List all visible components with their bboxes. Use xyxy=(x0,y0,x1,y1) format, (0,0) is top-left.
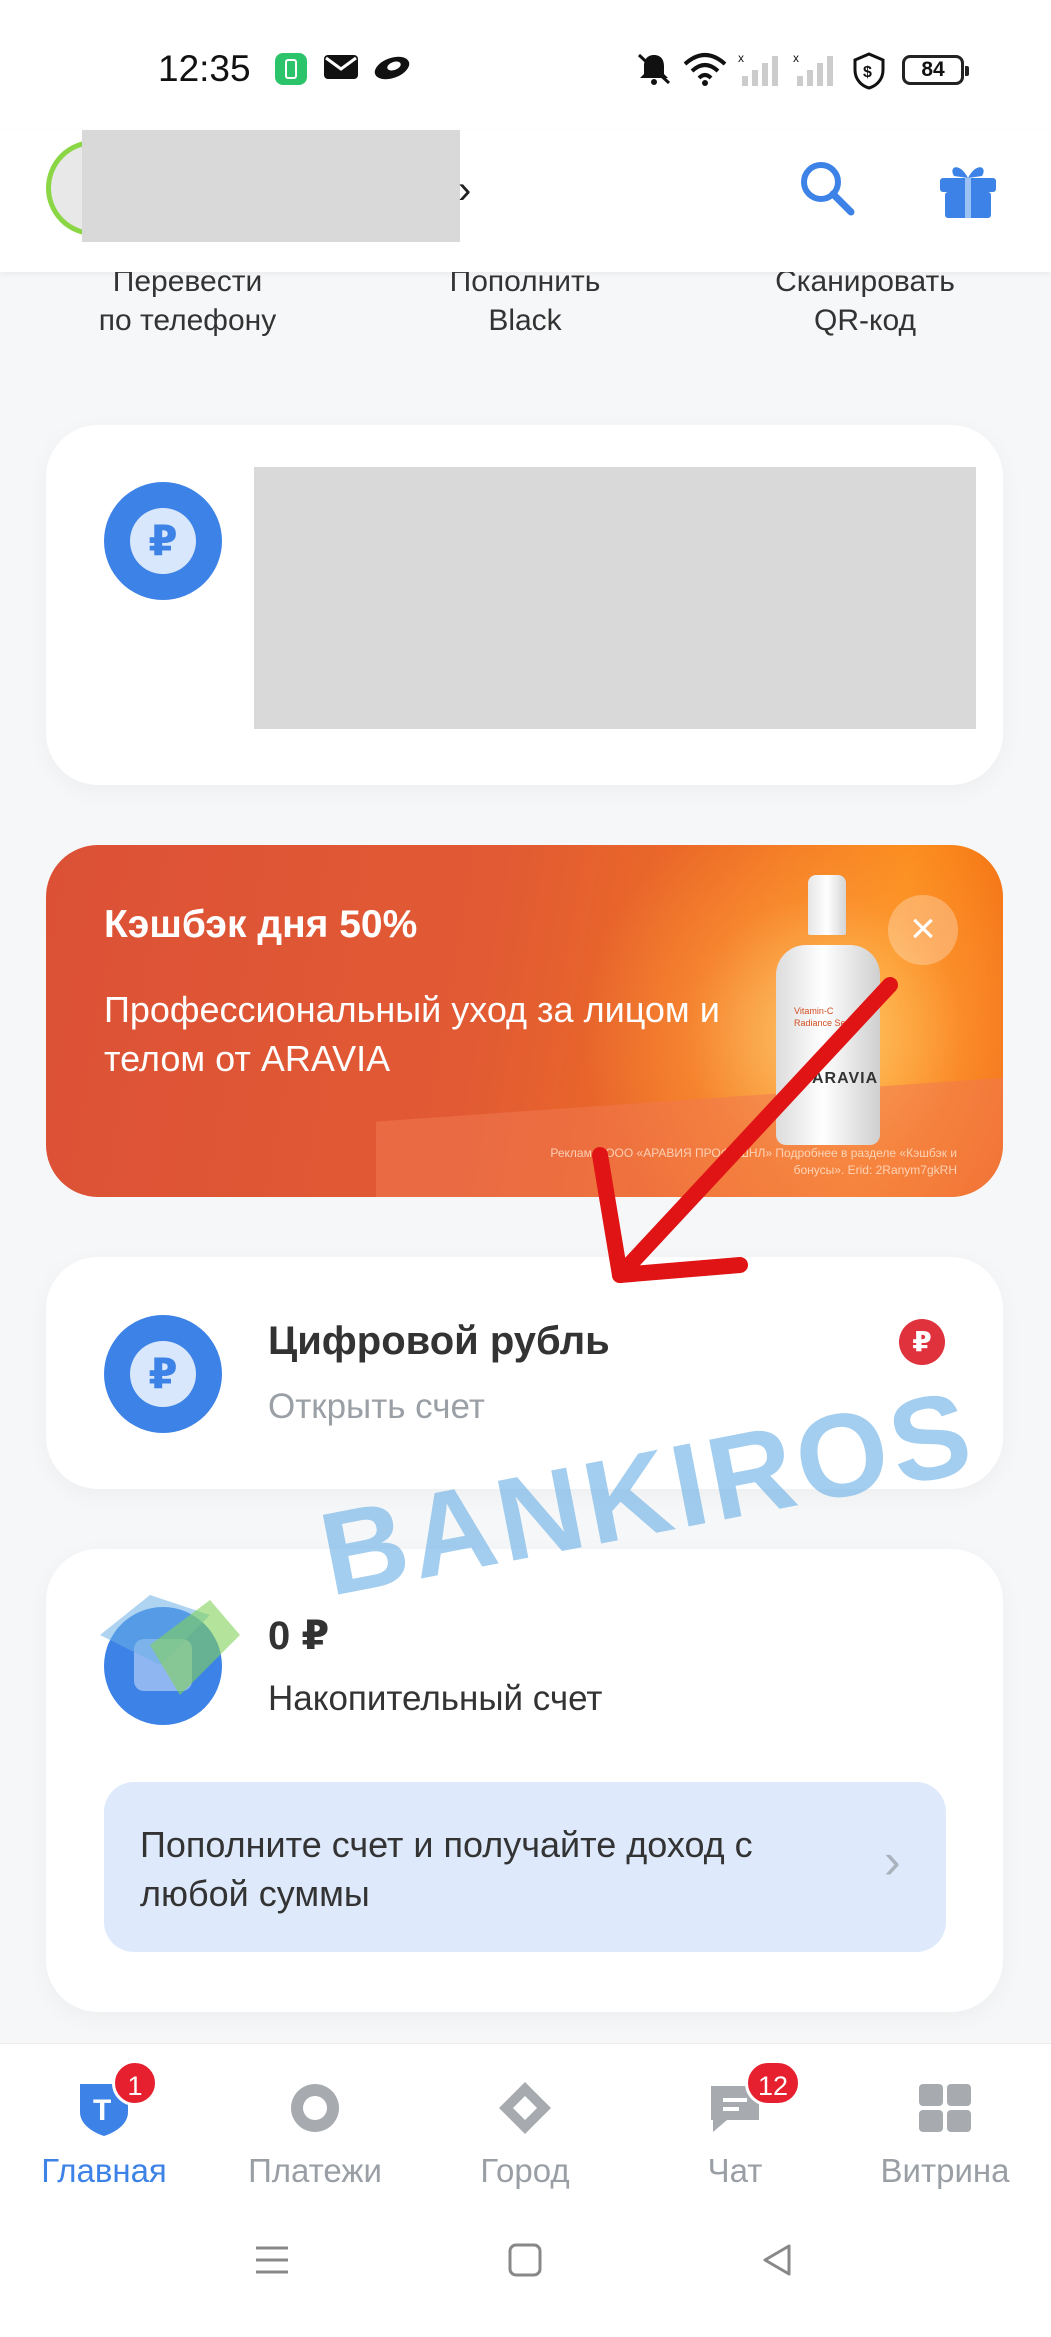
bottom-navigation: T 1 Главная Платежи Город 12 Чат Витрина xyxy=(0,2043,1051,2337)
nav-item-payments[interactable]: Платежи xyxy=(215,2078,415,2190)
gift-icon[interactable] xyxy=(936,156,1000,220)
vpn-shield-icon: $ xyxy=(853,52,885,90)
notification-badge: 12 xyxy=(745,2060,802,2106)
quick-action-top-up-black[interactable]: Пополнить Black xyxy=(400,262,650,340)
mail-icon xyxy=(324,55,358,79)
savings-amount: 0 ₽ xyxy=(268,1614,330,1658)
svg-text:$: $ xyxy=(863,64,872,81)
menu-icon[interactable] xyxy=(252,2240,292,2280)
city-icon xyxy=(495,2078,555,2138)
svg-text:x: x xyxy=(793,52,799,65)
mute-icon xyxy=(637,53,671,85)
annotation-arrow xyxy=(592,977,898,1283)
signal-icon-2: x xyxy=(793,52,833,86)
app-notification-icon xyxy=(374,56,410,80)
ruble-account-icon: ₽ xyxy=(104,482,222,600)
open-account-link[interactable]: Открыть счет xyxy=(268,1387,485,1427)
savings-label: Накопительный счет xyxy=(268,1679,603,1718)
chevron-right-icon[interactable]: › xyxy=(458,168,471,213)
bottle-cap xyxy=(808,875,846,935)
digital-ruble-icon: ₽ xyxy=(104,1315,222,1433)
home-button-icon[interactable] xyxy=(505,2240,545,2280)
status-bar: 12:35 x x $ 84 xyxy=(0,0,1051,130)
app-header: › xyxy=(0,130,1051,272)
chevron-right-icon: › xyxy=(884,1833,901,1889)
digital-ruble-title: Цифровой рубль xyxy=(268,1319,610,1363)
quick-action-label: Пополнить Black xyxy=(449,265,601,337)
wifi-icon xyxy=(683,53,727,86)
ruble-symbol: ₽ xyxy=(130,508,196,574)
nav-item-chat[interactable]: 12 Чат xyxy=(635,2060,835,2190)
battery-saver-icon xyxy=(275,53,307,85)
back-icon[interactable] xyxy=(757,2240,797,2280)
status-time: 12:35 xyxy=(158,48,251,89)
nav-item-city[interactable]: Город xyxy=(425,2078,625,2190)
quick-action-label: Сканировать QR-код xyxy=(775,265,955,337)
notification-badge: 1 xyxy=(112,2060,158,2106)
quick-action-scan-qr[interactable]: Сканировать QR-код xyxy=(735,262,995,340)
battery-indicator: 84 xyxy=(902,55,969,85)
profile-name-redacted[interactable] xyxy=(82,130,460,242)
quick-action-transfer-by-phone[interactable]: Перевести по телефону xyxy=(60,262,315,340)
account-card[interactable]: ₽ xyxy=(46,425,1003,785)
nav-label: Витрина xyxy=(880,2152,1010,2189)
chat-icon: 12 xyxy=(705,2060,802,2138)
grid-icon xyxy=(915,2078,975,2138)
nav-label: Платежи xyxy=(248,2152,382,2189)
quick-action-label: Перевести по телефону xyxy=(98,265,277,337)
nav-item-home[interactable]: T 1 Главная xyxy=(4,2060,204,2190)
svg-text:x: x xyxy=(738,52,744,65)
ruble-symbol: ₽ xyxy=(130,1341,196,1407)
banner-title: Кэшбэк дня 50% xyxy=(104,903,418,946)
svg-text:T: T xyxy=(93,2094,111,2127)
nav-label: Главная xyxy=(41,2152,167,2189)
nav-label: Чат xyxy=(707,2152,763,2189)
signal-icon: x xyxy=(738,52,778,86)
watermark-logo xyxy=(100,1595,240,1695)
search-icon[interactable] xyxy=(797,158,857,218)
home-icon: T 1 xyxy=(74,2060,158,2138)
payments-icon xyxy=(285,2078,345,2138)
savings-promo-text: Пополните счет и получайте доход с любой… xyxy=(140,1824,753,1914)
nav-label: Город xyxy=(480,2152,570,2189)
account-info-redacted xyxy=(254,467,976,729)
savings-promo-button[interactable]: Пополните счет и получайте доход с любой… xyxy=(104,1782,946,1952)
nav-item-showcase[interactable]: Витрина xyxy=(845,2078,1045,2190)
banner-close-button[interactable]: × xyxy=(888,895,958,965)
